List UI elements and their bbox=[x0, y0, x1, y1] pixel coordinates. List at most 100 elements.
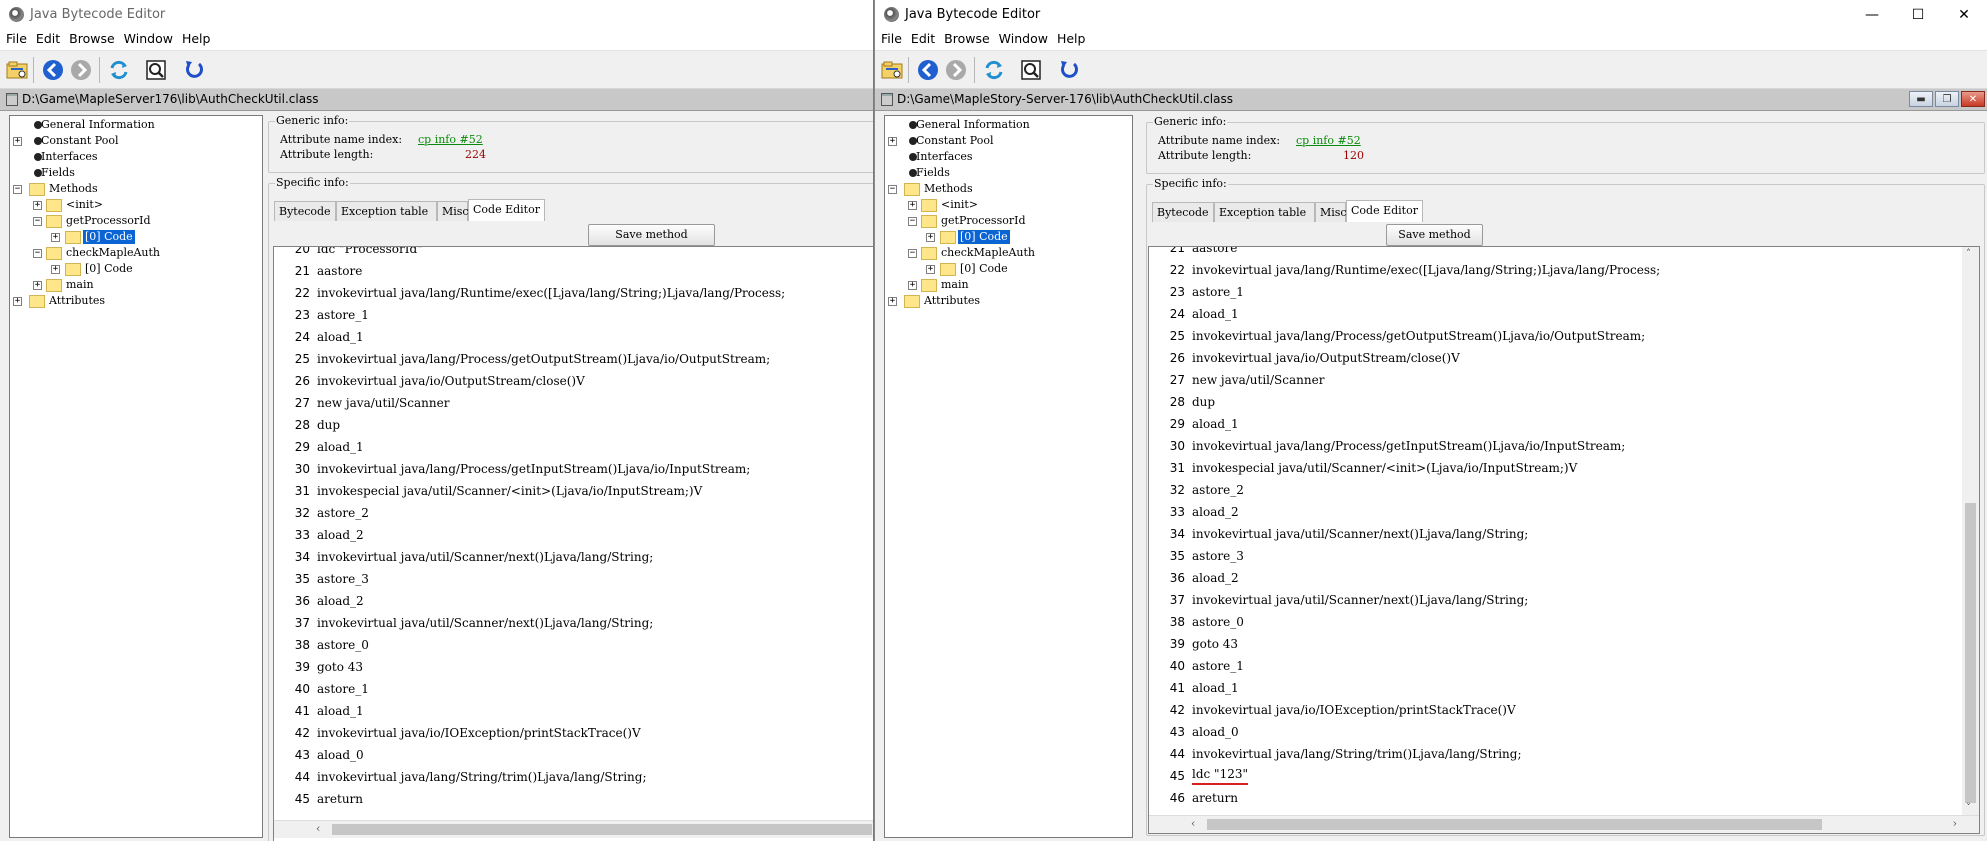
menu-edit[interactable]: Edit bbox=[911, 30, 935, 46]
instruction-text[interactable]: goto 43 bbox=[317, 656, 363, 678]
inspect-icon[interactable] bbox=[143, 57, 169, 83]
tab-code-editor[interactable]: Code Editor bbox=[1346, 200, 1423, 222]
code-line[interactable]: 44 invokevirtual java/lang/String/trim()L… bbox=[274, 766, 873, 788]
instruction-text[interactable]: aload_0 bbox=[1192, 721, 1239, 743]
code-line[interactable]: 31 invokespecial java/util/Scanner/<init>… bbox=[274, 480, 873, 502]
instruction-text[interactable]: astore_3 bbox=[1192, 545, 1244, 567]
tab-misc[interactable]: Misc bbox=[1315, 202, 1347, 222]
code-line[interactable]: 45 areturn bbox=[274, 788, 873, 810]
instruction-text[interactable]: aload_2 bbox=[1192, 567, 1239, 589]
code-line[interactable]: 42 invokevirtual java/io/IOException/prin… bbox=[274, 722, 873, 744]
code-line[interactable]: 30 invokevirtual java/lang/Process/getInp… bbox=[1149, 435, 1979, 457]
code-line[interactable]: 42 invokevirtual java/io/IOException/prin… bbox=[1149, 699, 1979, 721]
instruction-text[interactable]: aastore bbox=[1192, 247, 1237, 259]
title-bar[interactable]: Java Bytecode Editor — ☐ ✕ bbox=[875, 0, 1987, 30]
internal-frame-title-bar[interactable]: D:\Game\MapleStory-Server-176\lib\AuthCh… bbox=[875, 89, 1987, 111]
code-line[interactable]: 22 invokevirtual java/lang/Runtime/exec([… bbox=[274, 282, 873, 304]
save-method-button[interactable]: Save method bbox=[1386, 224, 1483, 246]
instruction-text[interactable]: astore_1 bbox=[1192, 655, 1244, 677]
instruction-text[interactable]: invokevirtual java/lang/String/trim()Lja… bbox=[317, 766, 647, 788]
scroll-right-arrow-icon[interactable]: › bbox=[1953, 817, 1957, 830]
instruction-text[interactable]: invokevirtual java/util/Scanner/next()Lj… bbox=[317, 546, 653, 568]
instruction-text[interactable]: aload_2 bbox=[317, 524, 364, 546]
instruction-text[interactable]: invokevirtual java/util/Scanner/next()Lj… bbox=[1192, 523, 1528, 545]
instruction-text[interactable]: aastore bbox=[317, 260, 362, 282]
scroll-up-arrow-icon[interactable]: ˄ bbox=[1966, 249, 1971, 260]
tab-bytecode[interactable]: Bytecode bbox=[1152, 202, 1214, 222]
code-line[interactable]: 28 dup bbox=[274, 414, 873, 436]
code-line[interactable]: 40 astore_1 bbox=[1149, 655, 1979, 677]
code-line[interactable]: 41 aload_1 bbox=[1149, 677, 1979, 699]
code-line[interactable]: 36 aload_2 bbox=[274, 590, 873, 612]
code-line[interactable]: 31 invokespecial java/util/Scanner/<init>… bbox=[1149, 457, 1979, 479]
code-line[interactable]: 37 invokevirtual java/util/Scanner/next()… bbox=[1149, 589, 1979, 611]
code-line[interactable]: 21 aastore bbox=[1149, 247, 1979, 259]
scroll-left-arrow-icon[interactable]: ‹ bbox=[1191, 817, 1195, 830]
menu-window[interactable]: Window bbox=[999, 30, 1048, 46]
save-method-button[interactable]: Save method bbox=[588, 224, 715, 246]
instruction-text[interactable]: astore_1 bbox=[1192, 281, 1244, 303]
tab-exception-table[interactable]: Exception table bbox=[1214, 202, 1315, 222]
frame-close-icon[interactable]: ✕ bbox=[1961, 91, 1985, 107]
back-arrow-icon[interactable] bbox=[915, 57, 941, 83]
instruction-text[interactable]: invokevirtual java/lang/Process/getOutpu… bbox=[317, 348, 770, 370]
instruction-text[interactable]: invokevirtual java/lang/Process/getOutpu… bbox=[1192, 325, 1645, 347]
instruction-text[interactable]: invokevirtual java/lang/Process/getInput… bbox=[317, 458, 750, 480]
maximize-icon[interactable]: ☐ bbox=[1895, 0, 1941, 30]
instruction-text[interactable]: dup bbox=[317, 414, 340, 436]
scroll-left-arrow-icon[interactable]: ‹ bbox=[316, 822, 320, 835]
instruction-text[interactable]: areturn bbox=[1192, 787, 1238, 809]
menu-edit[interactable]: Edit bbox=[36, 30, 60, 46]
scrollbar-thumb[interactable] bbox=[1965, 503, 1976, 803]
instruction-text[interactable]: invokevirtual java/io/OutputStream/close… bbox=[1192, 347, 1460, 369]
instruction-text[interactable]: invokevirtual java/util/Scanner/next()Lj… bbox=[1192, 589, 1528, 611]
scrollbar-thumb[interactable] bbox=[332, 824, 872, 835]
menu-help[interactable]: Help bbox=[182, 30, 211, 46]
forward-arrow-icon[interactable] bbox=[68, 57, 94, 83]
inspect-icon[interactable] bbox=[1018, 57, 1044, 83]
code-line[interactable]: 37 invokevirtual java/util/Scanner/next()… bbox=[274, 612, 873, 634]
tab-misc[interactable]: Misc bbox=[437, 201, 469, 221]
code-line[interactable]: 35 astore_3 bbox=[1149, 545, 1979, 567]
code-line[interactable]: 25 invokevirtual java/lang/Process/getOut… bbox=[274, 348, 873, 370]
code-line[interactable]: 41 aload_1 bbox=[274, 700, 873, 722]
code-line[interactable]: 33 aload_2 bbox=[274, 524, 873, 546]
code-line[interactable]: 22 invokevirtual java/lang/Runtime/exec([… bbox=[1149, 259, 1979, 281]
instruction-text[interactable]: aload_0 bbox=[317, 744, 364, 766]
instruction-text[interactable]: astore_0 bbox=[317, 634, 369, 656]
code-editor[interactable]: 20 ldc "ProcessorId" 21 aastore 22 invokevirt… bbox=[273, 246, 873, 841]
code-line[interactable]: 34 invokevirtual java/util/Scanner/next()… bbox=[1149, 523, 1979, 545]
instruction-text[interactable]: new java/util/Scanner bbox=[317, 392, 449, 414]
code-line[interactable]: 27 new java/util/Scanner bbox=[1149, 369, 1979, 391]
code-line[interactable]: 21 aastore bbox=[274, 260, 873, 282]
code-line[interactable]: 44 invokevirtual java/lang/String/trim()L… bbox=[1149, 743, 1979, 765]
instruction-text[interactable]: invokevirtual java/lang/Process/getInput… bbox=[1192, 435, 1625, 457]
menu-file[interactable]: File bbox=[881, 30, 902, 46]
instruction-text[interactable]: aload_2 bbox=[317, 590, 364, 612]
instruction-text[interactable]: aload_1 bbox=[1192, 413, 1239, 435]
code-line[interactable]: 32 astore_2 bbox=[1149, 479, 1979, 501]
vertical-scrollbar[interactable]: ˄ ˅ bbox=[1962, 247, 1979, 816]
code-line[interactable]: 45 ldc "123" bbox=[1149, 765, 1979, 787]
menu-browse[interactable]: Browse bbox=[69, 30, 115, 46]
code-line[interactable]: 33 aload_2 bbox=[1149, 501, 1979, 523]
instruction-text[interactable]: ldc "ProcessorId" bbox=[317, 247, 423, 260]
instruction-text[interactable]: astore_2 bbox=[317, 502, 369, 524]
frame-restore-icon[interactable]: ❐ bbox=[1935, 91, 1959, 107]
instruction-text[interactable]: astore_0 bbox=[1192, 611, 1244, 633]
instruction-text[interactable]: invokevirtual java/lang/Runtime/exec([Lj… bbox=[1192, 259, 1660, 281]
code-line[interactable]: 24 aload_1 bbox=[274, 326, 873, 348]
code-line[interactable]: 39 goto 43 bbox=[1149, 633, 1979, 655]
instruction-text[interactable]: invokevirtual java/io/OutputStream/close… bbox=[317, 370, 585, 392]
code-line[interactable]: 40 astore_1 bbox=[274, 678, 873, 700]
instruction-text[interactable]: areturn bbox=[317, 788, 363, 810]
menu-browse[interactable]: Browse bbox=[944, 30, 990, 46]
code-line[interactable]: 35 astore_3 bbox=[274, 568, 873, 590]
code-line[interactable]: 46 areturn bbox=[1149, 787, 1979, 809]
menu-file[interactable]: File bbox=[6, 30, 27, 46]
forward-arrow-icon[interactable] bbox=[943, 57, 969, 83]
instruction-text[interactable]: invokevirtual java/util/Scanner/next()Lj… bbox=[317, 612, 653, 634]
tab-exception-table[interactable]: Exception table bbox=[336, 201, 437, 221]
code-line[interactable]: 30 invokevirtual java/lang/Process/getInp… bbox=[274, 458, 873, 480]
code-line[interactable]: 29 aload_1 bbox=[274, 436, 873, 458]
